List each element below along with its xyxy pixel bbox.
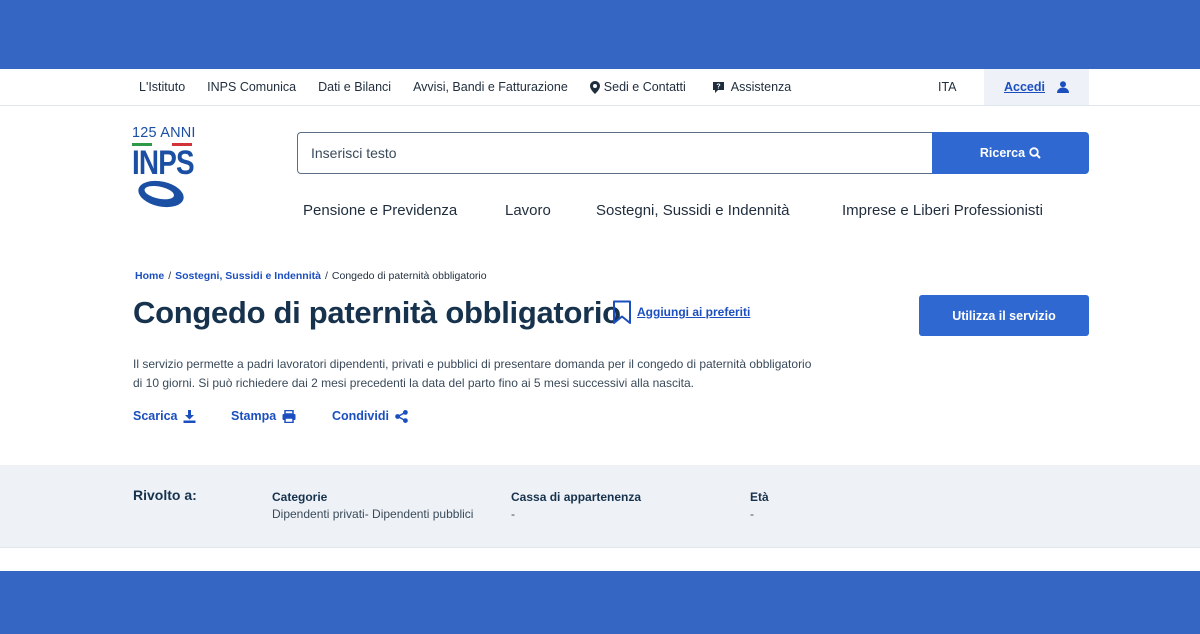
description-line: Il servizio permette a padri lavoratori … — [133, 357, 812, 371]
bookmark-icon[interactable] — [612, 300, 632, 325]
search-icon — [1029, 147, 1041, 159]
column-value: - — [750, 507, 754, 521]
login-button[interactable]: Accedi — [984, 69, 1089, 105]
description-line: di 10 giorni. Si può richiedere dai 2 me… — [133, 376, 694, 390]
map-pin-icon — [589, 80, 600, 94]
search-placeholder: Inserisci testo — [311, 145, 397, 161]
download-icon — [183, 409, 196, 423]
search-input[interactable]: Inserisci testo — [297, 132, 933, 174]
nav-sostegni[interactable]: Sostegni, Sussidi e Indennità — [596, 202, 789, 219]
print-button[interactable]: Stampa — [231, 409, 296, 423]
logo-anniversary: 125 ANNI — [132, 125, 196, 141]
link-avvisi-bandi[interactable]: Avvisi, Bandi e Fatturazione — [413, 80, 568, 94]
breadcrumb-section[interactable]: Sostegni, Sussidi e Indennità — [175, 270, 321, 282]
sedi-label: Sedi e Contatti — [603, 80, 686, 94]
print-label: Stampa — [231, 409, 277, 423]
column-header: Età — [750, 490, 769, 504]
nav-pensione[interactable]: Pensione e Previdenza — [303, 202, 457, 219]
search-button[interactable]: Ricerca — [932, 132, 1089, 174]
breadcrumb-separator: / — [168, 270, 172, 282]
audience-column-eta: Età - — [750, 490, 769, 521]
main-nav: Pensione e Previdenza Lavoro Sostegni, S… — [0, 202, 1200, 222]
breadcrumb-home[interactable]: Home — [135, 270, 164, 282]
logo-wordmark: INPS — [132, 144, 195, 182]
column-value: - — [511, 507, 515, 521]
add-to-favorites-link[interactable]: Aggiungi ai preferiti — [637, 305, 750, 319]
use-service-button[interactable]: Utilizza il servizio — [919, 295, 1089, 336]
utility-links: L'Istituto INPS Comunica Dati e Bilanci … — [139, 69, 791, 105]
service-description: Il servizio permette a padri lavoratori … — [133, 355, 853, 393]
download-label: Scarica — [133, 409, 178, 423]
nav-lavoro[interactable]: Lavoro — [505, 202, 551, 219]
login-label: Accedi — [1004, 80, 1045, 94]
audience-section: Rivolto a: Categorie Dipendenti privati-… — [0, 465, 1200, 548]
column-value: Dipendenti privati- Dipendenti pubblici — [272, 507, 474, 521]
breadcrumb: Home / Sostegni, Sussidi e Indennità / Conge… — [135, 270, 487, 282]
share-label: Condividi — [332, 409, 389, 423]
language-selector[interactable]: ITA — [938, 69, 957, 105]
link-sedi-contatti[interactable]: Sedi e Contatti — [589, 80, 686, 94]
user-icon — [1057, 81, 1069, 93]
column-header: Cassa di appartenenza — [511, 490, 642, 504]
download-button[interactable]: Scarica — [133, 409, 196, 423]
column-header: Categorie — [272, 490, 328, 504]
share-icon — [395, 409, 408, 423]
audience-column-cassa: Cassa di appartenenza - — [511, 490, 641, 521]
breadcrumb-separator: / — [324, 270, 328, 282]
page-title: Congedo di paternità obbligatorio — [133, 295, 621, 330]
page-content: L'Istituto INPS Comunica Dati e Bilanci … — [0, 69, 1200, 571]
link-assistenza[interactable]: ? Assistenza — [712, 80, 791, 94]
help-chat-icon: ? — [712, 81, 724, 93]
audience-column-categorie: Categorie Dipendenti privati- Dipendenti… — [272, 490, 473, 521]
link-inps-comunica[interactable]: INPS Comunica — [207, 80, 296, 94]
nav-imprese[interactable]: Imprese e Liberi Professionisti — [842, 202, 1043, 219]
svg-text:?: ? — [716, 83, 720, 90]
print-icon — [282, 409, 296, 423]
assistenza-label: Assistenza — [730, 80, 792, 94]
link-dati-bilanci[interactable]: Dati e Bilanci — [318, 80, 391, 94]
link-istituto[interactable]: L'Istituto — [139, 80, 185, 94]
search-button-label: Ricerca — [979, 146, 1026, 160]
utility-bar: L'Istituto INPS Comunica Dati e Bilanci … — [0, 69, 1200, 106]
breadcrumb-current: Congedo di paternità obbligatorio — [331, 270, 487, 282]
share-button[interactable]: Condividi — [332, 409, 408, 423]
audience-label: Rivolto a: — [133, 487, 197, 503]
